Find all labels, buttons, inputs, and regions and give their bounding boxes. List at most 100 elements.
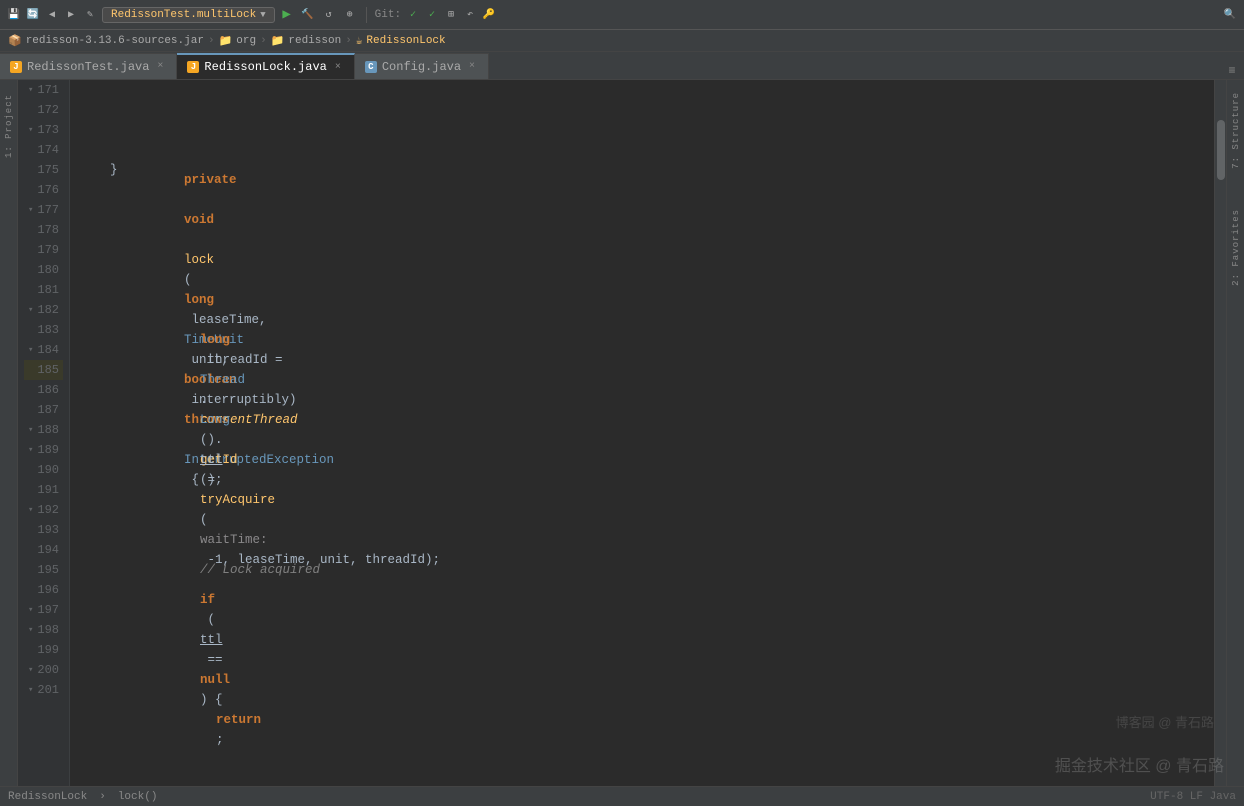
- line-num-179: 179: [24, 240, 63, 260]
- line-num-194: 194: [24, 540, 63, 560]
- sep1: ›: [208, 35, 215, 47]
- status-encoding: UTF-8 LF Java: [1150, 791, 1236, 803]
- code-editor[interactable]: } private void lock ( long leaseTime,: [70, 80, 1214, 786]
- line-num-172: 172: [24, 100, 63, 120]
- line-num-184: ▾ 184: [24, 340, 63, 360]
- jar-name[interactable]: redisson-3.13.6-sources.jar: [26, 35, 204, 47]
- tab-close-icon[interactable]: ×: [154, 61, 166, 73]
- tab-expand-icon[interactable]: ≡: [1224, 63, 1240, 79]
- tab-config-icon: C: [365, 61, 377, 73]
- tab-close-config[interactable]: ×: [466, 61, 478, 73]
- line-num-178: 178: [24, 220, 63, 240]
- tab-redissontest[interactable]: J RedissonTest.java ×: [0, 53, 177, 79]
- git-check-icon[interactable]: ✓: [405, 7, 421, 23]
- line-num-197: ▾ 197: [24, 600, 63, 620]
- build-icon[interactable]: 🔨: [300, 7, 316, 23]
- line-num-182: ▾ 182: [24, 300, 63, 320]
- git-label: Git:: [375, 9, 401, 21]
- right-panel-strip: 7: Structure 2: Favorites: [1226, 80, 1244, 786]
- line-num-171: ▾ 171: [24, 80, 63, 100]
- line-num-201: ▾ 201: [24, 680, 63, 700]
- project-label[interactable]: 1: Project: [4, 94, 14, 158]
- pkg-icon: 📁: [271, 34, 285, 48]
- line-num-177: ▾ 177: [24, 200, 63, 220]
- fold-197[interactable]: ▾: [28, 600, 33, 620]
- toolbar-git-icons: ✓ ✓ ⊞ ↶ 🔑: [405, 7, 497, 23]
- favorites-label[interactable]: 2: Favorites: [1231, 209, 1241, 286]
- code-line-177: if ( ttl == null ) {: [78, 640, 1214, 660]
- line-num-196: 196: [24, 580, 63, 600]
- breadcrumb: 📦 redisson-3.13.6-sources.jar › 📁 org › …: [0, 30, 1244, 52]
- fold-200[interactable]: ▾: [28, 660, 33, 680]
- line-num-176: 176: [24, 180, 63, 200]
- toolbar: 💾 🔄 ◀ ▶ ✎ RedissonTest.multiLock ▼ ▶ 🔨 ↺…: [0, 0, 1244, 30]
- line-num-195: 195: [24, 560, 63, 580]
- fold-188[interactable]: ▾: [28, 420, 33, 440]
- sync-icon[interactable]: 🔄: [25, 7, 41, 23]
- run-config-dropdown[interactable]: RedissonTest.multiLock ▼: [102, 7, 275, 23]
- git-undo-icon[interactable]: ↶: [462, 7, 478, 23]
- forward-icon[interactable]: ▶: [63, 7, 79, 23]
- fold-189[interactable]: ▾: [28, 440, 33, 460]
- save-icon[interactable]: 💾: [6, 7, 22, 23]
- line-num-200: ▾ 200: [24, 660, 63, 680]
- edit-icon[interactable]: ✎: [82, 7, 98, 23]
- status-bar: RedissonLock › lock() UTF-8 LF Java: [0, 786, 1244, 806]
- tab-close-active[interactable]: ×: [332, 61, 344, 73]
- org-icon: 📁: [219, 34, 233, 48]
- git-key-icon[interactable]: 🔑: [481, 7, 497, 23]
- line-num-175: 175: [24, 160, 63, 180]
- structure-label[interactable]: 7: Structure: [1231, 92, 1241, 169]
- line-num-180: 180: [24, 260, 63, 280]
- status-right: UTF-8 LF Java: [1150, 791, 1236, 803]
- fold-171[interactable]: ▾: [28, 80, 33, 100]
- fold-198[interactable]: ▾: [28, 620, 33, 640]
- fold-182[interactable]: ▾: [28, 300, 33, 320]
- line-num-173: ▾ 173: [24, 120, 63, 140]
- line-num-192: ▾ 192: [24, 500, 63, 520]
- run-icon[interactable]: ▶: [279, 7, 295, 23]
- fold-173[interactable]: ▾: [28, 120, 33, 140]
- editor-layout: 1: Project ▾ 171 172 ▾ 173 174 175 176 ▾: [0, 80, 1244, 786]
- class-icon: ☕: [356, 34, 363, 48]
- line-num-186: 186: [24, 380, 63, 400]
- line-num-187: 187: [24, 400, 63, 420]
- reload-icon[interactable]: ↺: [321, 7, 337, 23]
- tab-config[interactable]: C Config.java ×: [355, 53, 489, 79]
- git-branch-icon[interactable]: ⊞: [443, 7, 459, 23]
- left-panel-strip: 1: Project: [0, 80, 18, 786]
- search-everywhere-icon[interactable]: 🔍: [1222, 7, 1238, 23]
- code-line-178: return ;: [78, 720, 1214, 740]
- line-num-181: 181: [24, 280, 63, 300]
- tab-label-active: RedissonLock.java: [204, 60, 326, 74]
- dropdown-arrow: ▼: [260, 10, 265, 20]
- fold-192[interactable]: ▾: [28, 500, 33, 520]
- line-num-174: 174: [24, 140, 63, 160]
- sep2: ›: [260, 35, 267, 47]
- fold-201[interactable]: ▾: [28, 680, 33, 700]
- fold-177[interactable]: ▾: [28, 200, 33, 220]
- line-num-185: 185: [24, 360, 63, 380]
- line-num-183: 183: [24, 320, 63, 340]
- run-config-name: RedissonTest.multiLock: [111, 9, 256, 21]
- scrollbar-thumb[interactable]: [1217, 120, 1225, 180]
- line-numbers: ▾ 171 172 ▾ 173 174 175 176 ▾ 177 178 17…: [18, 80, 70, 786]
- line-num-188: ▾ 188: [24, 420, 63, 440]
- pkg-name[interactable]: redisson: [288, 35, 341, 47]
- class-name[interactable]: RedissonLock: [366, 35, 445, 47]
- toolbar-run-icons: ▶ 🔨 ↺ ⊕: [279, 7, 358, 23]
- tab-java-icon-active: J: [187, 61, 199, 73]
- line-num-189: ▾ 189: [24, 440, 63, 460]
- tabs-bar: J RedissonTest.java × J RedissonLock.jav…: [0, 52, 1244, 80]
- tab-redissonlock[interactable]: J RedissonLock.java ×: [177, 53, 354, 79]
- toolbar-left-icons: 💾 🔄 ◀ ▶ ✎: [6, 7, 98, 23]
- vertical-scrollbar[interactable]: [1214, 80, 1226, 786]
- coverage-icon[interactable]: ⊕: [342, 7, 358, 23]
- back-icon[interactable]: ◀: [44, 7, 60, 23]
- line-num-191: 191: [24, 480, 63, 500]
- tab-label: RedissonTest.java: [27, 60, 149, 74]
- org-name[interactable]: org: [236, 35, 256, 47]
- fold-184[interactable]: ▾: [28, 340, 33, 360]
- git-push-icon[interactable]: ✓: [424, 7, 440, 23]
- code-line-175: Long ttl = tryAcquire ( waitTime: -1, le…: [78, 480, 1214, 500]
